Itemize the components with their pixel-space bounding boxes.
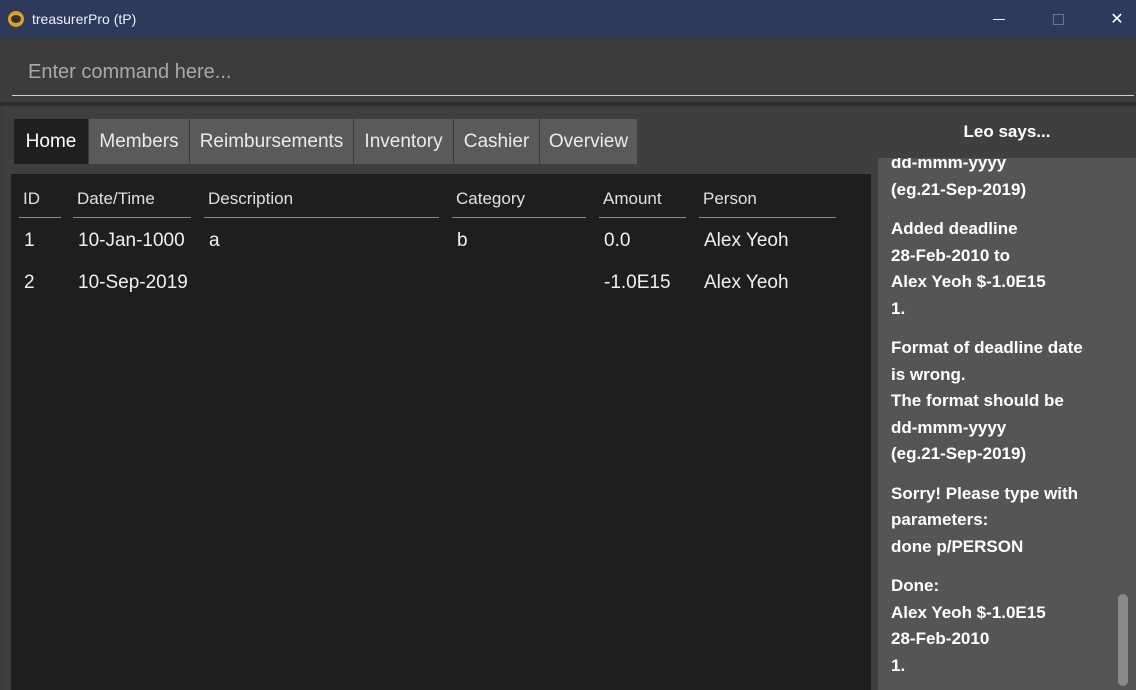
command-area <box>0 38 1136 102</box>
cell-id: 1 <box>24 230 35 251</box>
table-row[interactable]: 1 10-Jan-1000 a b 0.0 Alex Yeoh <box>11 220 871 262</box>
leo-message-list: dd-mmm-yyyy (eg.21-Sep-2019) Added deadl… <box>891 158 1113 690</box>
cell-date: 10-Sep-2019 <box>78 272 188 293</box>
window-title: treasurerPro (tP) <box>32 11 137 27</box>
tab-reimbursements[interactable]: Reimbursements <box>190 119 354 164</box>
leo-message-panel[interactable]: dd-mmm-yyyy (eg.21-Sep-2019) Added deadl… <box>878 158 1136 690</box>
close-icon: ✕ <box>1110 11 1124 28</box>
cell-person: Alex Yeoh <box>704 272 789 293</box>
leo-message: dd-mmm-yyyy (eg.21-Sep-2019) <box>891 158 1027 199</box>
leo-message: Added deadline 28-Feb-2010 to Alex Yeoh … <box>891 219 1046 318</box>
column-header-date[interactable]: Date/Time <box>73 174 191 218</box>
cell-date: 10-Jan-1000 <box>78 230 185 251</box>
cell-id: 2 <box>24 272 35 293</box>
cell-amount: -1.0E15 <box>604 272 671 293</box>
tab-members[interactable]: Members <box>89 119 190 164</box>
column-header-category[interactable]: Category <box>452 174 586 218</box>
column-header-person[interactable]: Person <box>699 174 836 218</box>
transactions-table[interactable]: ID Date/Time Description Category Amount… <box>11 174 871 690</box>
table-header: ID Date/Time Description Category Amount… <box>11 174 871 220</box>
leo-header: Leo says... <box>963 122 1051 141</box>
leo-message: Sorry! Please type with parameters: done… <box>891 483 1079 556</box>
maximize-button[interactable] <box>1035 0 1081 38</box>
close-button[interactable]: ✕ <box>1094 0 1136 38</box>
cell-description: a <box>209 230 220 251</box>
cell-amount: 0.0 <box>604 230 631 251</box>
bear-logo-icon <box>8 11 24 27</box>
cell-description <box>204 262 439 304</box>
leo-message: Format of deadline date is wrong. The fo… <box>891 338 1083 463</box>
column-header-description[interactable]: Description <box>204 174 439 218</box>
minimize-icon <box>993 18 1005 20</box>
command-input[interactable] <box>12 50 1134 96</box>
tab-overview[interactable]: Overview <box>540 119 638 164</box>
tab-bar: Home Members Reimbursements Inventory Ca… <box>14 119 638 164</box>
maximize-icon <box>1052 13 1064 25</box>
column-header-id[interactable]: ID <box>19 174 61 218</box>
minimize-button[interactable] <box>976 0 1022 38</box>
cell-category <box>452 262 586 304</box>
main-panel: Home Members Reimbursements Inventory Ca… <box>4 106 1136 690</box>
title-bar: treasurerPro (tP) ✕ <box>0 0 1136 38</box>
tab-inventory[interactable]: Inventory <box>354 119 454 164</box>
cell-category: b <box>457 230 468 251</box>
cell-person: Alex Yeoh <box>704 230 789 251</box>
tab-cashier[interactable]: Cashier <box>454 119 540 164</box>
leo-message: Done: Alex Yeoh $-1.0E15 28-Feb-2010 1. <box>891 576 1046 675</box>
tab-home[interactable]: Home <box>14 119 89 164</box>
column-header-amount[interactable]: Amount <box>599 174 686 218</box>
table-row[interactable]: 2 10-Sep-2019 -1.0E15 Alex Yeoh <box>11 262 871 304</box>
scrollbar-thumb[interactable] <box>1118 594 1128 686</box>
